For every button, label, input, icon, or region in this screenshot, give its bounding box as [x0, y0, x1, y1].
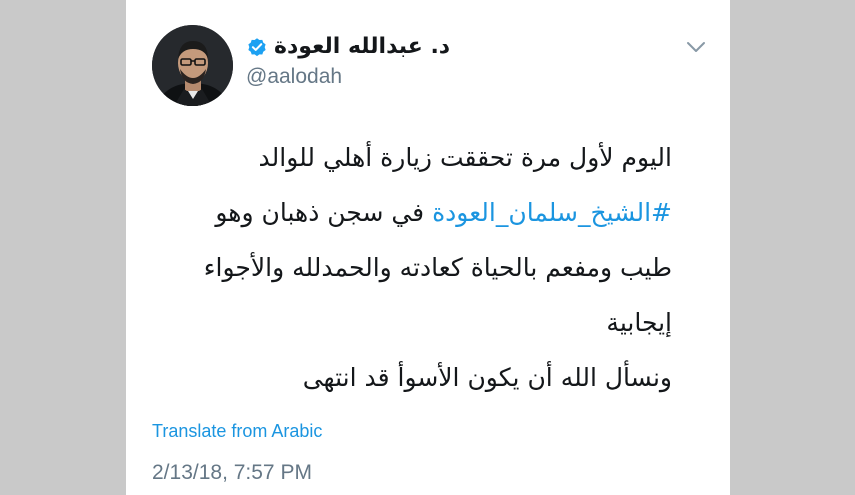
- tweet-timestamp[interactable]: 2/13/18, 7:57 PM: [152, 458, 312, 488]
- avatar[interactable]: [152, 25, 233, 106]
- author-handle[interactable]: @aalodah: [246, 63, 342, 91]
- tweet-text: اليوم لأول مرة تحققت زيارة أهلي للوالد #…: [202, 130, 672, 405]
- avatar-portrait: [152, 25, 233, 106]
- tweet-line-text: طيب ومفعم بالحياة كعادته والحمدلله والأج…: [203, 253, 672, 282]
- verified-badge-icon: [248, 38, 266, 57]
- tweet-line-text: اليوم لأول مرة تحققت زيارة أهلي للوالد: [258, 143, 672, 172]
- tweet-line: اليوم لأول مرة تحققت زيارة أهلي للوالد: [202, 130, 672, 185]
- tweet-line: إيجابية: [202, 295, 672, 350]
- tweet-line: طيب ومفعم بالحياة كعادته والحمدلله والأج…: [202, 240, 672, 295]
- chevron-down-icon[interactable]: [684, 35, 708, 59]
- tweet-line: ونسأل الله أن يكون الأسوأ قد انتهى: [202, 350, 672, 405]
- author-name[interactable]: د. عبدالله العودة: [274, 32, 450, 62]
- tweet-line-text: ونسأل الله أن يكون الأسوأ قد انتهى: [302, 363, 672, 392]
- tweet-line-text: إيجابية: [606, 308, 672, 337]
- tweet-line-text: في سجن ذهبان وهو: [215, 198, 433, 227]
- author-name-row[interactable]: د. عبدالله العودة: [246, 32, 450, 62]
- hashtag-link[interactable]: #الشيخ_سلمان_العودة: [432, 198, 672, 227]
- tweet-card: د. عبدالله العودة @aalodah اليوم لأول مر…: [126, 0, 730, 495]
- tweet-line: #الشيخ_سلمان_العودة في سجن ذهبان وهو: [202, 185, 672, 240]
- translate-link[interactable]: Translate from Arabic: [152, 417, 322, 445]
